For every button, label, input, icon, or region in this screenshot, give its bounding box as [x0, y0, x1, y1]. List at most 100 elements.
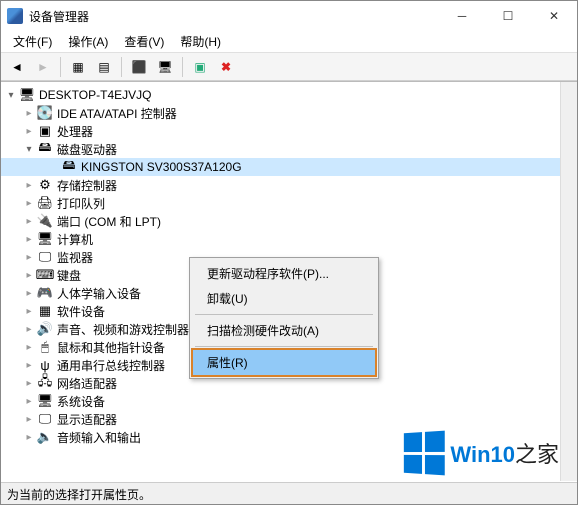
audio-icon: 🔊: [37, 321, 53, 337]
computer-icon: 🖥: [19, 87, 35, 103]
ctx-separator: [195, 346, 373, 347]
tree-node-disk-drives[interactable]: 🖴 磁盘驱动器: [1, 140, 560, 158]
ctx-scan-hardware[interactable]: 扫描检测硬件改动(A): [193, 318, 375, 343]
node-label: KINGSTON SV300S37A120G: [81, 160, 242, 174]
usb-icon: ψ: [37, 357, 53, 373]
hid-icon: 🎮: [37, 285, 53, 301]
node-label: 键盘: [57, 267, 81, 284]
expand-icon[interactable]: [23, 305, 35, 317]
expand-icon[interactable]: [23, 287, 35, 299]
uninstall-button[interactable]: ✖: [214, 56, 238, 78]
ctx-uninstall[interactable]: 卸载(U): [193, 286, 375, 311]
window-controls: ─ ☐ ✕: [439, 1, 577, 31]
mouse-icon: 🖱: [37, 339, 53, 355]
printer-icon: 🖨: [37, 195, 53, 211]
properties-button[interactable]: ▤: [92, 56, 116, 78]
tree-node[interactable]: 🖥 计算机: [1, 230, 560, 248]
refresh-icon: ▣: [194, 60, 205, 74]
window-title: 设备管理器: [29, 8, 439, 25]
ctx-properties[interactable]: 属性(R): [193, 350, 375, 375]
system-icon: 🖥: [37, 393, 53, 409]
tree-node[interactable]: 🔌 端口 (COM 和 LPT): [1, 212, 560, 230]
ctx-update-driver[interactable]: 更新驱动程序软件(P)...: [193, 261, 375, 286]
node-label: 显示适配器: [57, 411, 117, 428]
menu-file[interactable]: 文件(F): [5, 31, 60, 52]
delete-icon: ✖: [221, 60, 231, 74]
tree-node-kingston[interactable]: 🖴 KINGSTON SV300S37A120G: [1, 158, 560, 176]
tree-node[interactable]: 🖨 打印队列: [1, 194, 560, 212]
expand-icon[interactable]: [23, 377, 35, 389]
expand-icon[interactable]: [23, 179, 35, 191]
node-label: 软件设备: [57, 303, 105, 320]
node-label: 处理器: [57, 123, 93, 140]
panel-icon: ▦: [72, 60, 83, 74]
expand-icon[interactable]: [23, 323, 35, 335]
tree-node[interactable]: 🔈 音频输入和输出: [1, 428, 560, 446]
disk-icon: 🖴: [37, 141, 53, 157]
display-icon: 🖵: [37, 411, 53, 427]
root-label: DESKTOP-T4EJVJQ: [39, 88, 151, 102]
vertical-scrollbar[interactable]: [560, 82, 577, 481]
expand-icon[interactable]: [23, 143, 35, 155]
network-icon: 🖧: [37, 375, 53, 391]
audio-io-icon: 🔈: [37, 429, 53, 445]
ctx-separator: [195, 314, 373, 315]
expand-icon[interactable]: [23, 125, 35, 137]
expand-icon[interactable]: [23, 107, 35, 119]
expand-icon[interactable]: [23, 251, 35, 263]
expand-icon[interactable]: [23, 341, 35, 353]
tree-node[interactable]: 💽 IDE ATA/ATAPI 控制器: [1, 104, 560, 122]
menu-view[interactable]: 查看(V): [116, 31, 172, 52]
menu-action[interactable]: 操作(A): [60, 31, 116, 52]
expand-icon[interactable]: [23, 359, 35, 371]
expand-icon[interactable]: [5, 89, 17, 101]
tree-node[interactable]: ▣ 处理器: [1, 122, 560, 140]
expand-icon[interactable]: [23, 395, 35, 407]
show-hide-button[interactable]: ▦: [66, 56, 90, 78]
toolbar-separator: [60, 57, 61, 77]
status-text: 为当前的选择打开属性页。: [7, 488, 151, 502]
node-label: 存储控制器: [57, 177, 117, 194]
computer-icon: 🖥: [37, 231, 53, 247]
node-label: 通用串行总线控制器: [57, 357, 165, 374]
node-label: 网络适配器: [57, 375, 117, 392]
close-button[interactable]: ✕: [531, 1, 577, 31]
expand-icon[interactable]: [23, 233, 35, 245]
minimize-button[interactable]: ─: [439, 1, 485, 31]
software-icon: ▦: [37, 303, 53, 319]
scan-icon: 🖥: [157, 60, 172, 74]
properties-icon: ▤: [98, 60, 109, 74]
node-label: 鼠标和其他指针设备: [57, 339, 165, 356]
expand-icon[interactable]: [23, 269, 35, 281]
expand-icon[interactable]: [23, 413, 35, 425]
tree-root[interactable]: 🖥 DESKTOP-T4EJVJQ: [1, 86, 560, 104]
ide-icon: 💽: [37, 105, 53, 121]
toolbar-separator: [182, 57, 183, 77]
expand-icon[interactable]: [23, 431, 35, 443]
disk-icon: 🖴: [61, 159, 77, 175]
node-label: 磁盘驱动器: [57, 141, 117, 158]
tree-node[interactable]: 🖵 显示适配器: [1, 410, 560, 428]
arrow-right-icon: ►: [37, 60, 49, 74]
update-button[interactable]: ▣: [188, 56, 212, 78]
forward-button[interactable]: ►: [31, 56, 55, 78]
node-label: 人体学输入设备: [57, 285, 141, 302]
expand-icon[interactable]: [23, 215, 35, 227]
statusbar: 为当前的选择打开属性页。: [1, 482, 577, 504]
titlebar: 设备管理器 ─ ☐ ✕: [1, 1, 577, 31]
node-label: 监视器: [57, 249, 93, 266]
expand-icon[interactable]: [23, 197, 35, 209]
scan-hw-button[interactable]: 🖥: [153, 56, 177, 78]
toolbar: ◄ ► ▦ ▤ ⬛ 🖥 ▣ ✖: [1, 53, 577, 81]
node-label: 打印队列: [57, 195, 105, 212]
maximize-button[interactable]: ☐: [485, 1, 531, 31]
tree-node[interactable]: ⚙ 存储控制器: [1, 176, 560, 194]
app-icon: [7, 8, 23, 24]
arrow-left-icon: ◄: [11, 60, 23, 74]
node-label: 声音、视频和游戏控制器: [57, 321, 189, 338]
back-button[interactable]: ◄: [5, 56, 29, 78]
help-button[interactable]: ⬛: [127, 56, 151, 78]
tree-node[interactable]: 🖥 系统设备: [1, 392, 560, 410]
menu-help[interactable]: 帮助(H): [172, 31, 229, 52]
port-icon: 🔌: [37, 213, 53, 229]
